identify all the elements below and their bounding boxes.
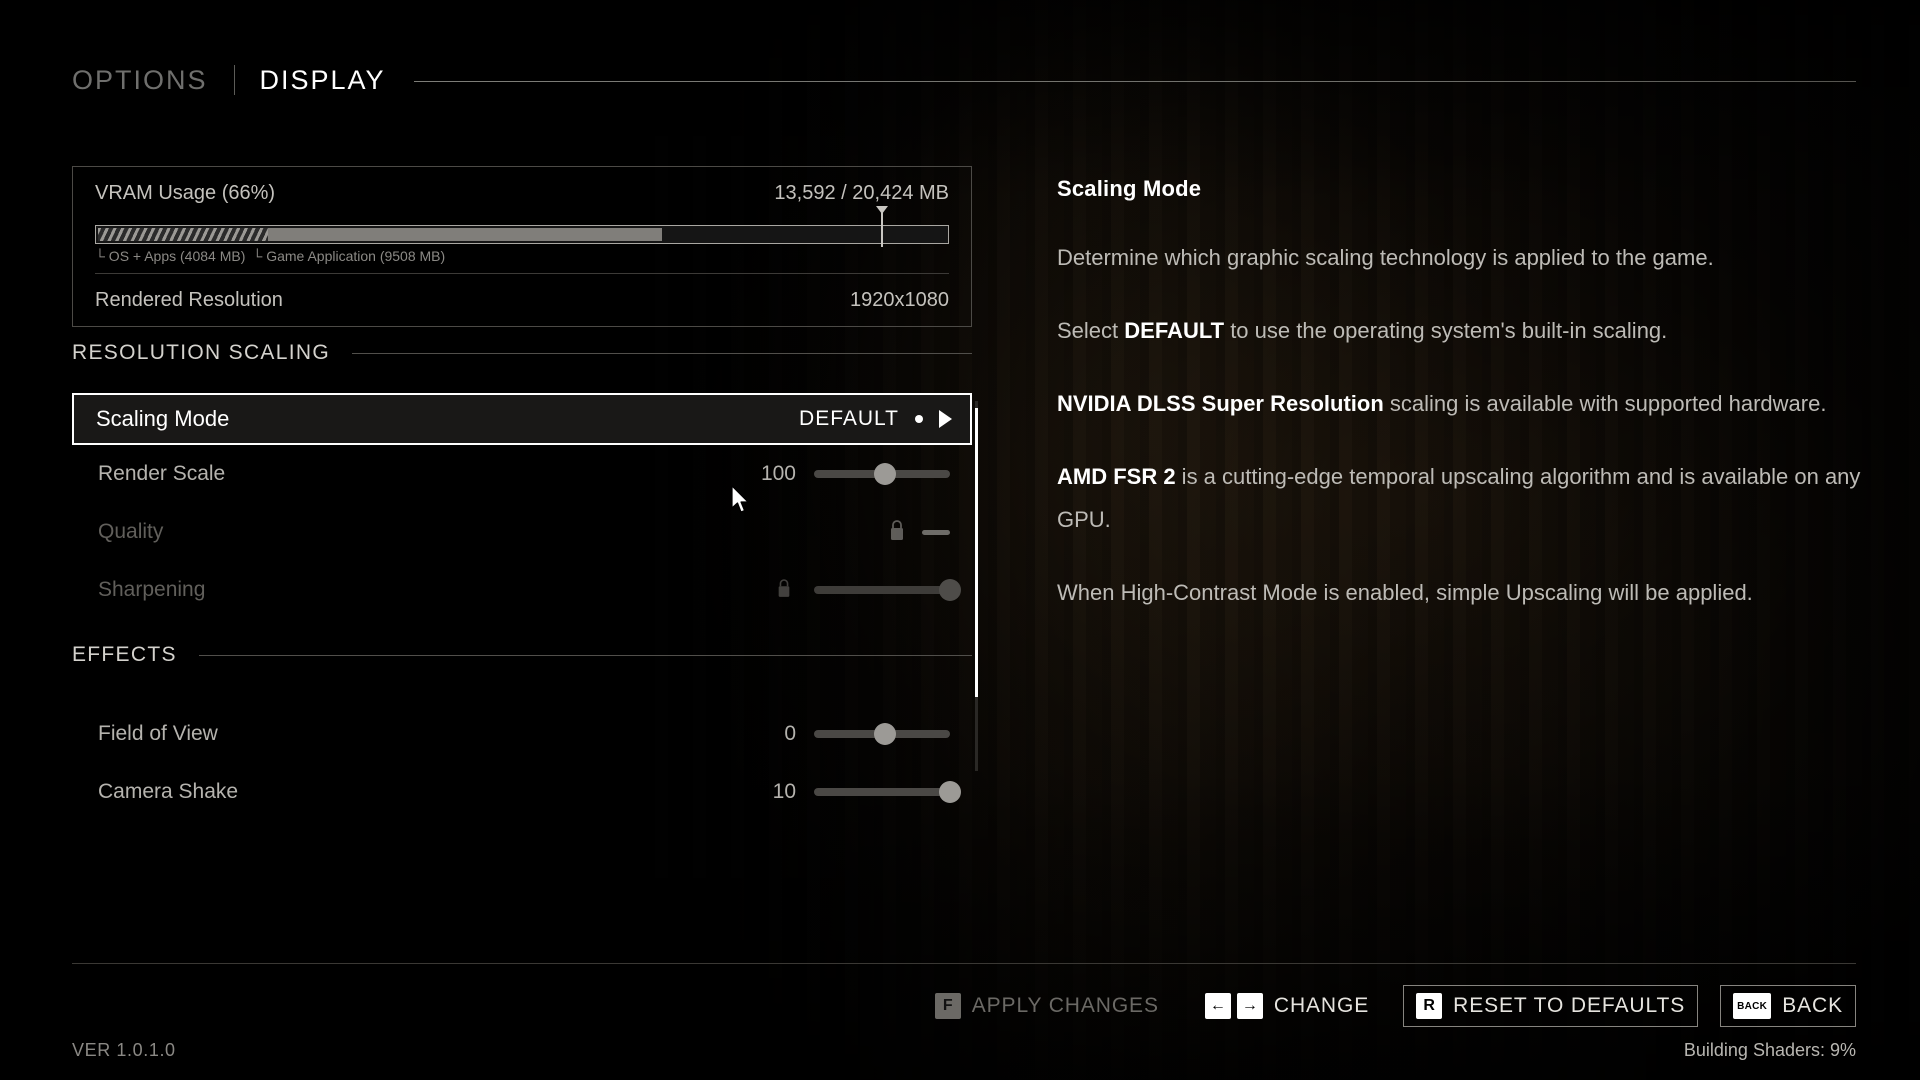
key-hint-r: R bbox=[1416, 993, 1443, 1019]
arrow-right-icon: → bbox=[1236, 993, 1263, 1019]
rendered-resolution-label: Rendered Resolution bbox=[95, 288, 283, 311]
row-sharpening-label: Sharpening bbox=[98, 578, 206, 601]
row-sharpening: Sharpening bbox=[72, 561, 972, 619]
change-label: CHANGE bbox=[1273, 994, 1370, 1017]
lock-icon bbox=[888, 519, 906, 546]
row-field-of-view-label: Field of View bbox=[98, 722, 218, 745]
desc-p2-post: to use the operating system's built-in s… bbox=[1224, 318, 1668, 343]
row-render-scale-value: 100 bbox=[760, 462, 796, 485]
vram-bar-track bbox=[95, 225, 949, 244]
description-paragraph-4: AMD FSR 2 is a cutting-edge temporal ups… bbox=[1057, 455, 1867, 541]
desc-p4-post: is a cutting-edge temporal upscaling alg… bbox=[1057, 464, 1861, 532]
render-scale-slider[interactable] bbox=[814, 463, 950, 485]
vram-legend: └ OS + Apps (4084 MB) └ Game Application… bbox=[95, 248, 949, 267]
scaling-mode-value: DEFAULT bbox=[799, 407, 899, 430]
tab-divider bbox=[233, 65, 235, 95]
arrow-left-icon: ← bbox=[1204, 993, 1231, 1019]
description-title: Scaling Mode bbox=[1057, 176, 1202, 201]
resolution-scaling-rows: Scaling Mode DEFAULT Render Scale 100 Qu… bbox=[72, 393, 978, 771]
desc-p3-post: scaling is available with supported hard… bbox=[1383, 391, 1827, 416]
shader-build-status: Building Shaders: 9% bbox=[1683, 1040, 1856, 1060]
row-field-of-view-value: 0 bbox=[784, 722, 796, 745]
section-rule bbox=[351, 352, 972, 354]
slider-knob[interactable] bbox=[873, 723, 896, 745]
field-of-view-slider[interactable] bbox=[814, 723, 950, 745]
footer-action-bar: F APPLY CHANGES ← → CHANGE R RESET TO DE… bbox=[923, 985, 1856, 1027]
description-panel: Scaling Mode Determine which graphic sca… bbox=[1057, 176, 1867, 644]
vram-bar-marker bbox=[875, 206, 888, 247]
effects-rows: Field of View 0 Camera Shake 10 bbox=[72, 705, 972, 821]
description-paragraph-3: NVIDIA DLSS Super Resolution scaling is … bbox=[1057, 382, 1867, 425]
vram-usage-bar bbox=[95, 206, 949, 249]
camera-shake-slider[interactable] bbox=[814, 781, 961, 803]
section-resolution-scaling: RESOLUTION SCALING bbox=[72, 341, 972, 365]
key-hint-back: BACK bbox=[1733, 993, 1772, 1019]
header-rule bbox=[413, 80, 1856, 82]
slider-knob[interactable] bbox=[873, 463, 896, 485]
vram-bar-os-segment bbox=[98, 228, 268, 241]
scaling-mode-selector[interactable]: DEFAULT bbox=[799, 407, 952, 431]
slider-knob bbox=[939, 579, 961, 601]
vram-legend-os: └ OS + Apps (4084 MB) bbox=[95, 248, 246, 264]
settings-scrollbar[interactable] bbox=[975, 401, 978, 771]
scrollbar-thumb[interactable] bbox=[975, 408, 978, 697]
apply-changes-label: APPLY CHANGES bbox=[971, 994, 1159, 1017]
reset-to-defaults-label: RESET TO DEFAULTS bbox=[1453, 994, 1686, 1017]
back-label: BACK bbox=[1782, 994, 1843, 1017]
row-quality: Quality bbox=[72, 503, 972, 561]
description-paragraph-1: Determine which graphic scaling technolo… bbox=[1057, 245, 1714, 270]
mouse-cursor bbox=[731, 485, 751, 520]
settings-panel: VRAM Usage (66%) 13,592 / 20,424 MB └ OS… bbox=[72, 166, 978, 821]
section-effects: EFFECTS bbox=[72, 643, 972, 667]
description-paragraph-5: When High-Contrast Mode is enabled, simp… bbox=[1057, 580, 1753, 605]
vram-usage-row: VRAM Usage (66%) 13,592 / 20,424 MB bbox=[95, 167, 949, 219]
vram-legend-game: └ Game Application (9508 MB) bbox=[252, 248, 446, 264]
vram-usage-label: VRAM Usage (66%) bbox=[95, 181, 276, 204]
version-label: VER 1.0.1.0 bbox=[72, 1040, 176, 1060]
change-button[interactable]: ← → CHANGE bbox=[1193, 986, 1381, 1026]
row-render-scale-label: Render Scale bbox=[98, 462, 226, 485]
row-camera-shake[interactable]: Camera Shake 10 bbox=[72, 763, 972, 821]
apply-changes-button: F APPLY CHANGES bbox=[923, 986, 1171, 1026]
change-key-hints: ← → bbox=[1204, 993, 1263, 1019]
tab-display[interactable]: DISPLAY bbox=[260, 65, 386, 96]
vram-bar-game-segment bbox=[267, 228, 663, 241]
back-button[interactable]: BACK BACK bbox=[1720, 985, 1856, 1027]
reset-to-defaults-button[interactable]: R RESET TO DEFAULTS bbox=[1403, 985, 1699, 1027]
section-resolution-scaling-label: RESOLUTION SCALING bbox=[72, 341, 330, 364]
tab-options[interactable]: OPTIONS bbox=[72, 65, 208, 96]
desc-p3-bold: NVIDIA DLSS Super Resolution bbox=[1057, 391, 1384, 416]
menu-tab-bar: OPTIONS DISPLAY bbox=[72, 58, 1856, 102]
description-paragraph-2: Select DEFAULT to use the operating syst… bbox=[1057, 309, 1867, 352]
vram-usage-value: 13,592 / 20,424 MB bbox=[774, 181, 949, 204]
key-hint-f: F bbox=[934, 993, 961, 1019]
row-camera-shake-label: Camera Shake bbox=[98, 780, 239, 803]
chevron-right-icon[interactable] bbox=[939, 410, 952, 428]
section-rule bbox=[198, 654, 972, 656]
row-quality-label: Quality bbox=[98, 520, 164, 543]
vram-info-box: VRAM Usage (66%) 13,592 / 20,424 MB └ OS… bbox=[72, 166, 972, 327]
desc-p2-pre: Select bbox=[1057, 318, 1125, 343]
rendered-resolution-value: 1920x1080 bbox=[850, 288, 949, 311]
row-camera-shake-value: 10 bbox=[772, 780, 796, 803]
row-scaling-mode-label: Scaling Mode bbox=[96, 406, 230, 431]
desc-p2-bold: DEFAULT bbox=[1124, 318, 1225, 343]
desc-p4-bold: AMD FSR 2 bbox=[1057, 464, 1176, 489]
section-effects-label: EFFECTS bbox=[72, 643, 177, 666]
slider-knob[interactable] bbox=[939, 781, 961, 803]
row-render-scale[interactable]: Render Scale 100 bbox=[72, 445, 972, 503]
quality-value-dash bbox=[922, 529, 950, 535]
row-scaling-mode[interactable]: Scaling Mode DEFAULT bbox=[72, 393, 972, 445]
rendered-resolution-row: Rendered Resolution 1920x1080 bbox=[95, 274, 949, 326]
footer-divider bbox=[72, 963, 1856, 964]
row-field-of-view[interactable]: Field of View 0 bbox=[72, 705, 972, 763]
sharpening-slider bbox=[814, 579, 961, 601]
selector-dot-icon bbox=[915, 415, 923, 423]
lock-icon bbox=[776, 578, 792, 603]
